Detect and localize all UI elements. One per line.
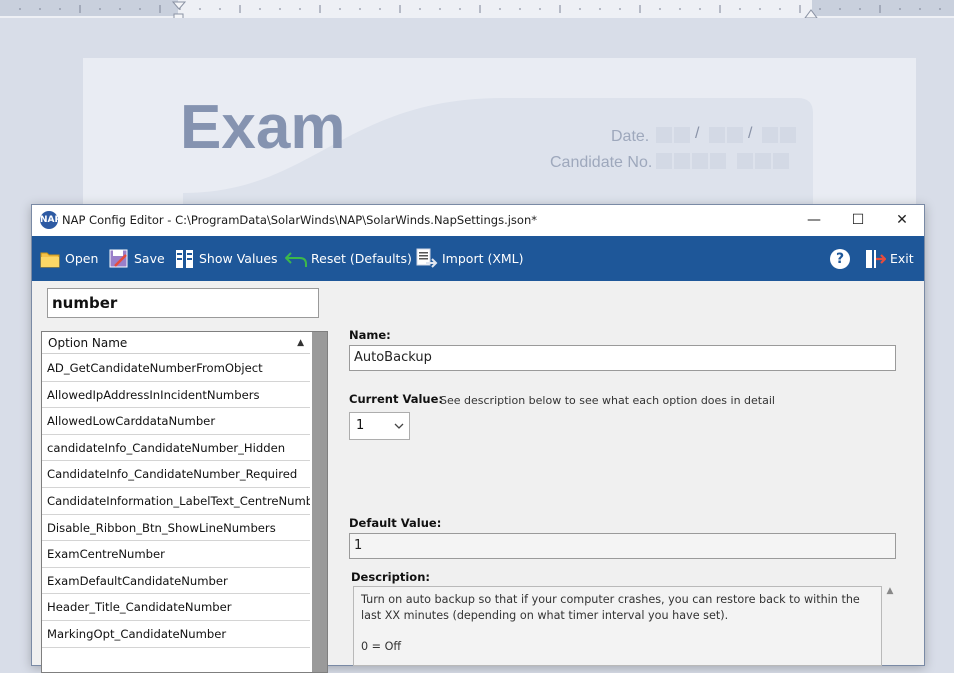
date-box: [709, 127, 725, 143]
background-document-page: Exam Date. Candidate No. / /: [83, 58, 916, 218]
ruler: [0, 0, 954, 18]
option-name-column-header[interactable]: Option Name ▲: [42, 332, 310, 354]
list-item[interactable]: CandidateInfo_CandidateNumber_Required: [42, 461, 310, 488]
candidate-box: [692, 153, 708, 169]
show-values-button[interactable]: Show Values: [175, 236, 278, 281]
option-name-header-label: Option Name: [48, 336, 128, 350]
help-icon: ?: [830, 248, 850, 269]
date-box: [656, 127, 672, 143]
description-scroll-up-icon[interactable]: ▲: [883, 586, 897, 666]
exam-heading: Exam: [180, 93, 346, 162]
list-item[interactable]: AllowedIpAddressInIncidentNumbers: [42, 382, 310, 409]
undo-arrow-icon: [285, 251, 307, 267]
current-value-hint: See description below to see what each o…: [440, 394, 775, 407]
candidate-box: [656, 153, 672, 169]
open-label: Open: [65, 251, 99, 266]
save-label: Save: [134, 251, 165, 266]
date-box: [727, 127, 743, 143]
chevron-down-icon: [394, 413, 404, 450]
minimize-button[interactable]: —: [792, 205, 836, 236]
default-value-label: Default Value:: [349, 516, 442, 530]
candidate-number-label: Candidate No.: [550, 154, 653, 171]
list-item[interactable]: MarkingOpt_CandidateNumber: [42, 621, 310, 648]
candidate-box: [710, 153, 726, 169]
maximize-button[interactable]: ☐: [836, 205, 880, 236]
save-disk-icon: [109, 249, 128, 267]
list-item[interactable]: ExamDefaultCandidateNumber: [42, 568, 310, 595]
option-rows: AD_GetCandidateNumberFromObject AllowedIp…: [42, 355, 310, 648]
exit-button[interactable]: Exit: [864, 236, 914, 281]
option-list[interactable]: Option Name ▲ AD_GetCandidateNumberFromO…: [41, 331, 328, 673]
title-bar: NAP NAP Config Editor - C:\ProgramData\S…: [32, 205, 924, 236]
sort-ascending-icon: ▲: [297, 338, 304, 348]
toolbar: Open Save Show Values Reset (Defaults) I…: [32, 236, 924, 281]
list-scrollbar[interactable]: [312, 332, 327, 672]
description-label: Description:: [351, 570, 430, 584]
nap-config-editor-window: NAP NAP Config Editor - C:\ProgramData\S…: [31, 204, 925, 673]
right-indent-icon: [804, 9, 818, 18]
close-button[interactable]: ✕: [880, 205, 924, 236]
description-text-off: 0 = Off: [361, 640, 402, 653]
candidate-box: [755, 153, 771, 169]
import-document-icon: [416, 248, 438, 268]
window-title: NAP Config Editor - C:\ProgramData\Solar…: [62, 213, 537, 227]
candidate-box: [674, 153, 690, 169]
folder-icon: [40, 252, 60, 267]
list-item[interactable]: AD_GetCandidateNumberFromObject: [42, 355, 310, 382]
candidate-box: [773, 153, 789, 169]
list-item[interactable]: Disable_Ribbon_Btn_ShowLineNumbers: [42, 515, 310, 542]
date-box: [674, 127, 690, 143]
current-value-selected: 1: [356, 418, 365, 433]
list-item[interactable]: Header_Title_CandidateNumber: [42, 594, 310, 621]
app-icon: NAP: [40, 211, 61, 229]
ruler-ticks: [19, 1, 941, 18]
name-label: Name:: [349, 328, 391, 342]
show-values-label: Show Values: [199, 251, 278, 266]
description-textarea[interactable]: Turn on auto backup so that if your comp…: [353, 586, 882, 666]
indent-marker-icon: [171, 1, 187, 10]
list-item[interactable]: CandidateInformation_LabelText_CentreNum…: [42, 488, 310, 515]
list-item[interactable]: candidateInfo_CandidateNumber_Hidden: [42, 435, 310, 462]
list-item[interactable]: AllowedLowCarddataNumber: [42, 408, 310, 435]
description-text: Turn on auto backup so that if your comp…: [361, 593, 860, 622]
name-field[interactable]: AutoBackup: [349, 345, 896, 371]
date-box: [780, 127, 796, 143]
reset-label: Reset (Defaults): [311, 251, 412, 266]
exit-door-icon: [866, 249, 886, 268]
search-input[interactable]: number: [47, 288, 319, 318]
date-label: Date.: [611, 128, 650, 145]
save-button[interactable]: Save: [109, 236, 165, 281]
exit-label: Exit: [890, 251, 914, 266]
open-button[interactable]: Open: [40, 236, 98, 281]
current-value-label: Current Value:: [349, 392, 444, 406]
current-value-dropdown[interactable]: 1: [349, 412, 410, 440]
reset-defaults-button[interactable]: Reset (Defaults): [285, 236, 412, 281]
help-button[interactable]: ?: [830, 236, 850, 281]
date-separator: /: [748, 125, 753, 142]
list-item[interactable]: ExamCentreNumber: [42, 541, 310, 568]
date-box: [762, 127, 778, 143]
date-separator: /: [695, 125, 700, 142]
columns-icon: [176, 249, 193, 268]
default-value-field: 1: [349, 533, 896, 559]
import-label: Import (XML): [442, 251, 524, 266]
import-xml-button[interactable]: Import (XML): [416, 236, 524, 281]
candidate-box: [737, 153, 753, 169]
